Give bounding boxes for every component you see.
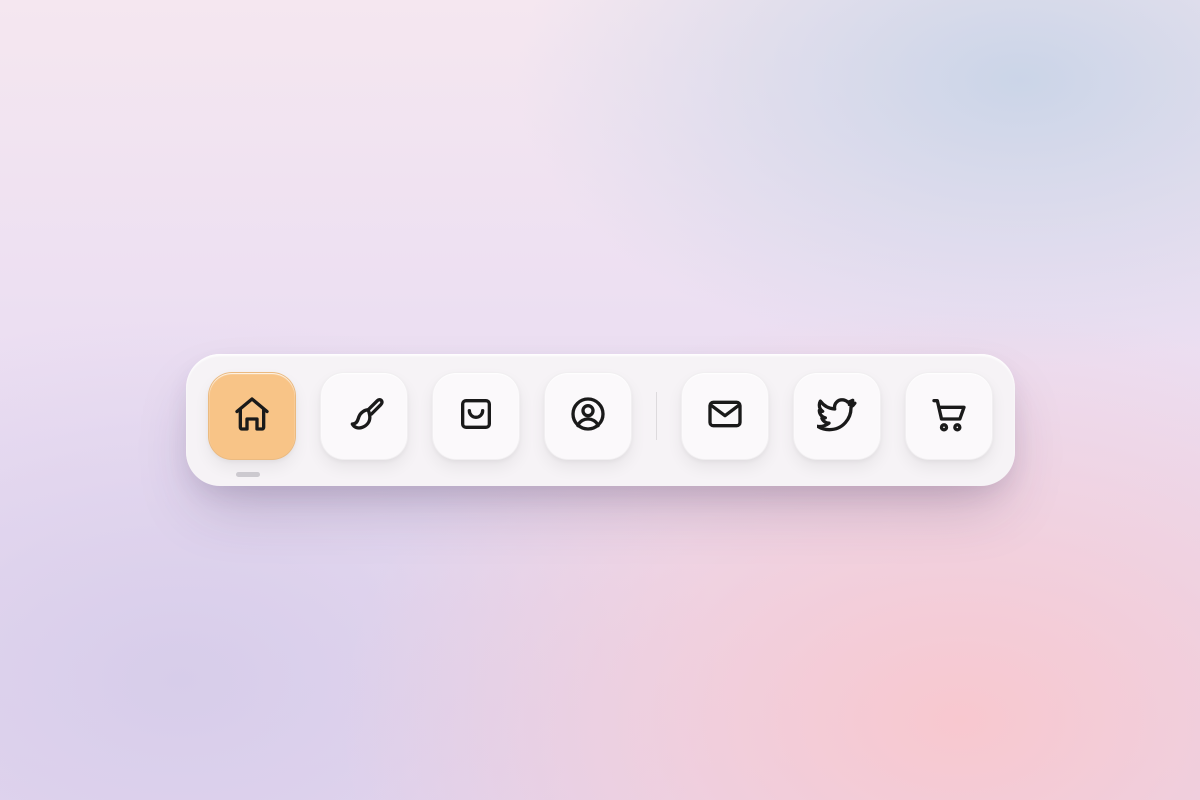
twitter-icon xyxy=(817,394,857,439)
mail-icon xyxy=(705,394,745,439)
shopping-bag-icon xyxy=(456,394,496,439)
dock-item-mail[interactable] xyxy=(681,372,769,460)
dock-item-profile[interactable] xyxy=(544,372,632,460)
user-circle-icon xyxy=(568,394,608,439)
cart-icon xyxy=(929,394,969,439)
brush-icon xyxy=(344,394,384,439)
dock-item-twitter[interactable] xyxy=(793,372,881,460)
dock xyxy=(186,354,1015,486)
dock-item-cart[interactable] xyxy=(905,372,993,460)
dock-divider xyxy=(656,392,657,440)
dock-item-home[interactable] xyxy=(208,372,296,460)
home-icon xyxy=(232,394,272,439)
dock-item-brush[interactable] xyxy=(320,372,408,460)
dock-item-bag[interactable] xyxy=(432,372,520,460)
